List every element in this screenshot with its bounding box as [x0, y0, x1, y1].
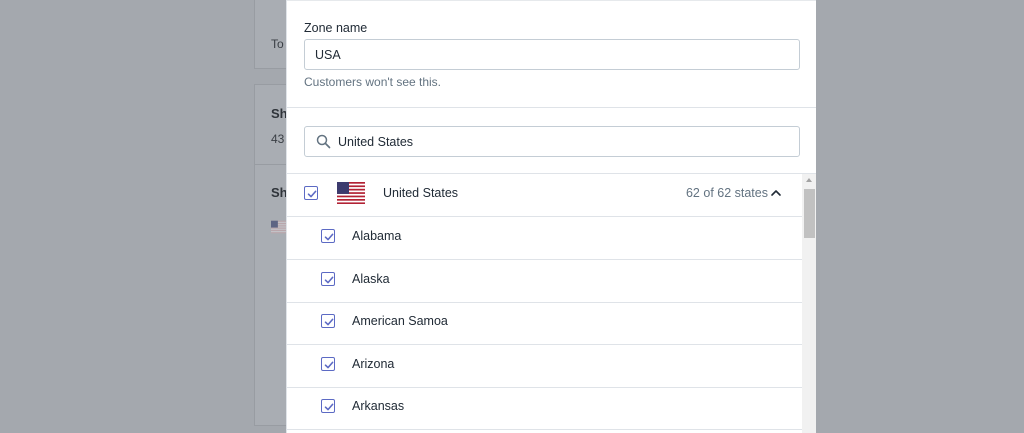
scroll-thumb[interactable] — [804, 189, 815, 238]
state-row[interactable]: Alabama — [287, 217, 802, 260]
country-search-box[interactable] — [304, 126, 800, 157]
us-flag-icon — [271, 220, 287, 234]
state-row[interactable]: Alaska — [287, 260, 802, 303]
section-divider — [287, 107, 816, 108]
country-checkbox[interactable] — [304, 186, 318, 200]
us-flag-icon — [337, 182, 365, 204]
state-name: Alabama — [352, 229, 402, 243]
checkmark-icon — [324, 361, 334, 369]
zone-name-help-text: Customers won't see this. — [304, 75, 442, 89]
state-checkbox[interactable] — [321, 357, 335, 371]
state-checkbox[interactable] — [321, 229, 335, 243]
state-count: 62 of 62 states — [685, 186, 768, 200]
background-card-text: To — [271, 37, 284, 51]
chevron-up-icon[interactable] — [770, 187, 782, 199]
modal-header-divider — [287, 0, 816, 1]
search-icon — [316, 134, 331, 149]
checkmark-icon — [324, 318, 334, 326]
state-name: Alaska — [352, 272, 390, 286]
scroll-up-arrow-icon[interactable] — [806, 178, 812, 182]
country-row-united-states[interactable]: United States 62 of 62 states — [287, 174, 802, 217]
zone-name-input[interactable] — [304, 39, 800, 70]
list-scrollbar[interactable] — [802, 174, 816, 433]
state-row[interactable]: Arizona — [287, 345, 802, 388]
checkmark-icon — [324, 403, 334, 411]
checkmark-icon — [307, 190, 317, 198]
state-row[interactable]: Arkansas — [287, 387, 802, 430]
zone-name-label: Zone name — [304, 21, 368, 35]
background-section-subtext: 43 — [271, 132, 285, 146]
country-search-input[interactable] — [338, 127, 793, 156]
country-state-list: United States 62 of 62 states Alabama Al… — [287, 174, 802, 433]
edit-zone-modal: Zone name Customers won't see this. — [286, 0, 816, 433]
state-checkbox[interactable] — [321, 272, 335, 286]
state-name: Arkansas — [352, 399, 405, 413]
state-name: Arizona — [352, 357, 395, 371]
checkmark-icon — [324, 233, 334, 241]
state-name: American Samoa — [352, 314, 448, 328]
state-checkbox[interactable] — [321, 314, 335, 328]
country-name: United States — [383, 186, 459, 200]
state-checkbox[interactable] — [321, 399, 335, 413]
state-row[interactable]: American Samoa — [287, 302, 802, 345]
checkmark-icon — [324, 276, 334, 284]
